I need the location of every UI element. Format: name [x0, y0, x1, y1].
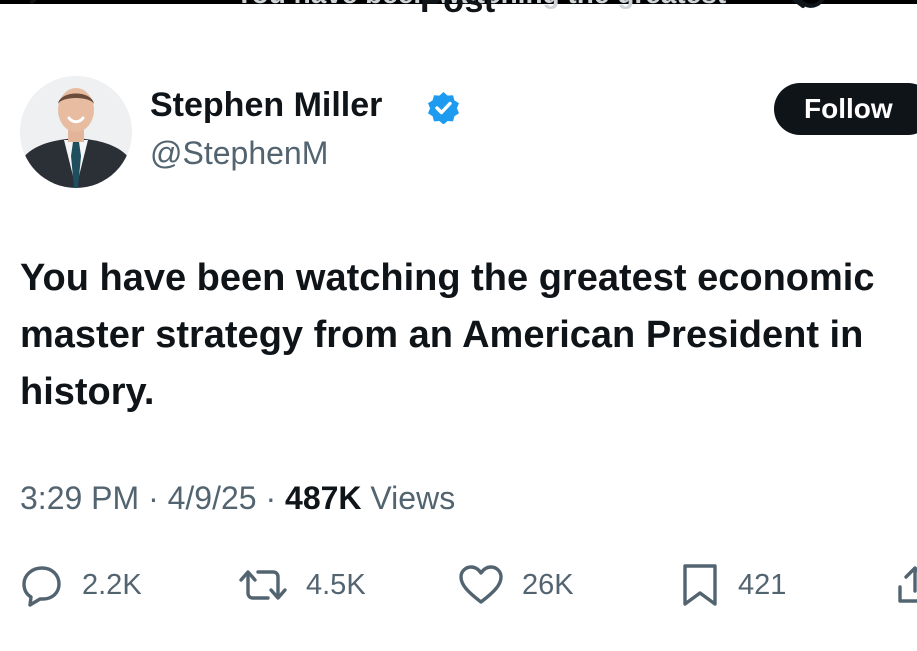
- bookmark-count: 421: [738, 568, 787, 601]
- verified-badge-icon: [428, 92, 459, 124]
- meta-separator: ·: [265, 480, 277, 516]
- refresh-icon[interactable]: [793, 0, 829, 18]
- retweet-count: 4.5K: [306, 568, 366, 601]
- meta-separator: ·: [148, 480, 159, 516]
- bookmark-button[interactable]: 421: [680, 560, 786, 610]
- like-count: 26K: [522, 568, 574, 601]
- heart-icon: [459, 565, 503, 604]
- author-display-name[interactable]: Stephen Miller: [150, 86, 382, 125]
- reply-button[interactable]: 2.2K: [20, 560, 142, 610]
- tweet-date[interactable]: 4/9/25: [168, 480, 257, 516]
- tweet-time[interactable]: 3:29 PM: [20, 480, 139, 516]
- views-count: 487K: [285, 480, 362, 516]
- author-handle[interactable]: @StephenM: [150, 135, 328, 172]
- follow-button[interactable]: Follow: [774, 83, 917, 135]
- arrow-left-icon[interactable]: [26, 0, 52, 16]
- share-icon[interactable]: [895, 565, 917, 605]
- action-bar: 2.2K 4.5K 26K 421: [0, 560, 917, 610]
- bookmark-icon: [683, 564, 717, 606]
- tweet-meta: 3:29 PM · 4/9/25 · 487K Views: [20, 480, 455, 517]
- top-header: You have been watching the greatest Post: [0, 0, 917, 18]
- tweet-text: You have been watching the greatest econ…: [20, 257, 875, 413]
- retweet-icon: [239, 570, 287, 600]
- avatar-image: [20, 76, 132, 188]
- page-title: Post: [420, 0, 496, 18]
- like-button[interactable]: 26K: [458, 560, 574, 610]
- reply-count: 2.2K: [82, 568, 142, 601]
- retweet-button[interactable]: 4.5K: [238, 560, 366, 610]
- views-label: Views: [370, 480, 456, 516]
- avatar[interactable]: [20, 76, 132, 188]
- reply-icon: [22, 566, 61, 607]
